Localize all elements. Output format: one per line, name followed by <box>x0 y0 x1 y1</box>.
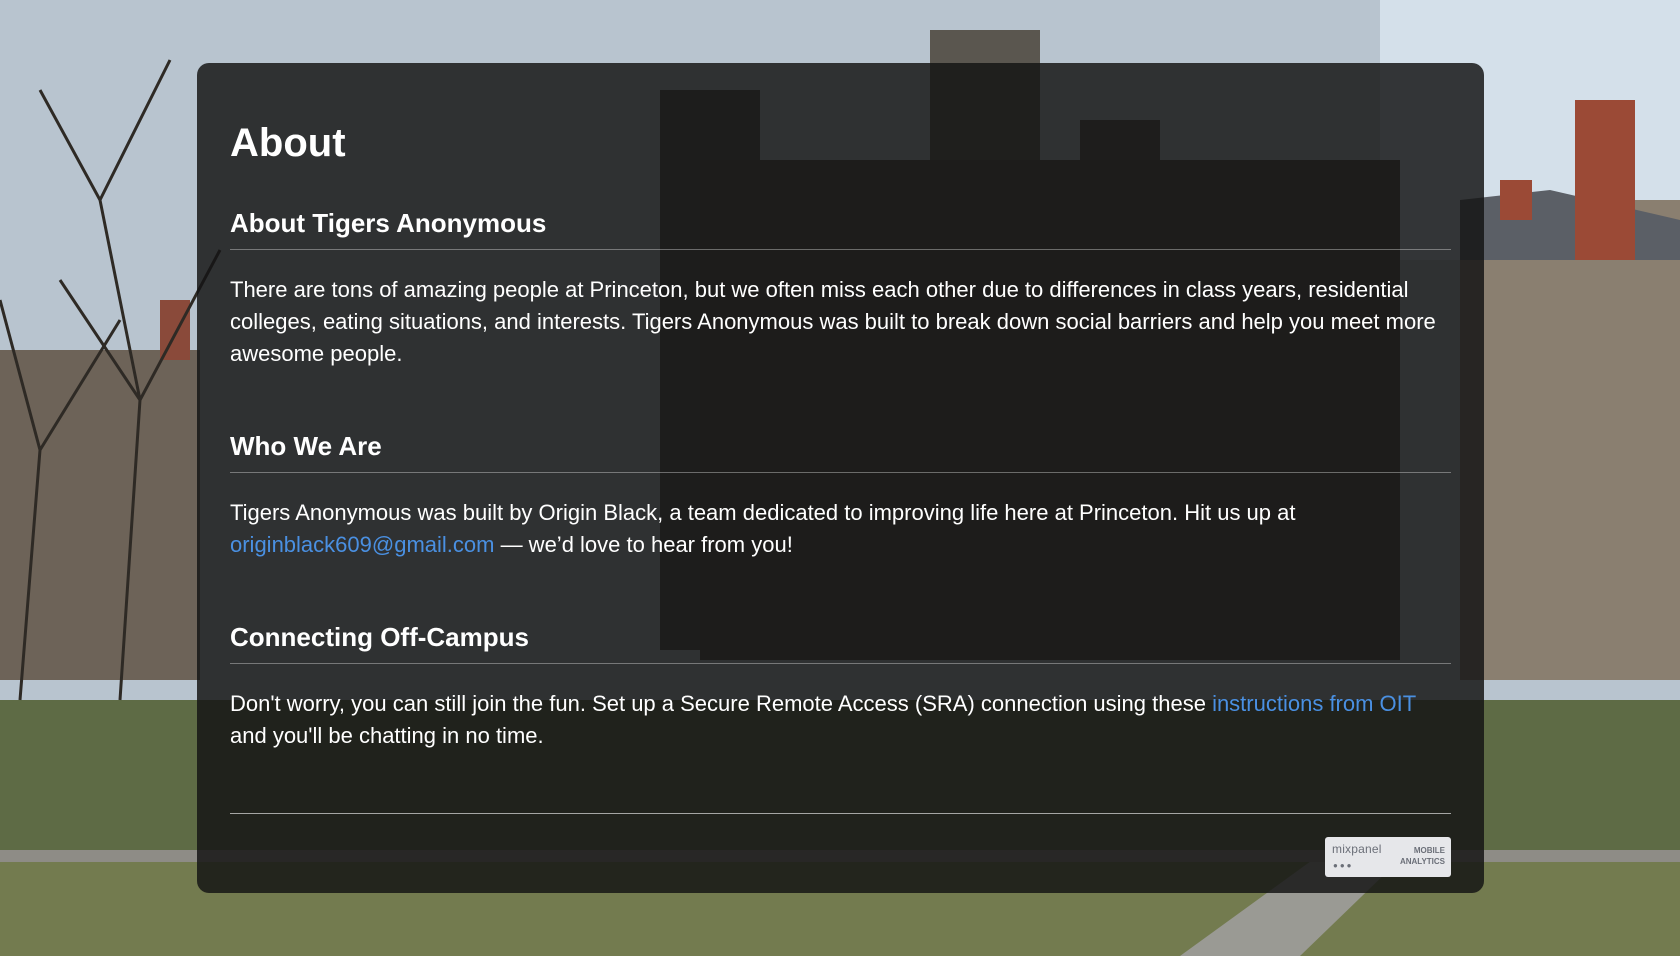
mixpanel-subtitle: MOBILE ANALYTICS <box>1399 846 1445 866</box>
who-we-are-text-after: — we’d love to hear from you! <box>494 532 793 557</box>
section-about-tigers-anonymous: About Tigers Anonymous There are tons of… <box>230 207 1451 370</box>
who-we-are-text-before: Tigers Anonymous was built by Origin Bla… <box>230 500 1296 525</box>
off-campus-text-after: and you'll be chatting in no time. <box>230 723 544 748</box>
mixpanel-dots-icon: ●●● <box>1333 861 1354 870</box>
section-body-who-we-are: Tigers Anonymous was built by Origin Bla… <box>230 497 1451 561</box>
oit-instructions-link[interactable]: instructions from OIT <box>1212 691 1416 716</box>
off-campus-text-before: Don't worry, you can still join the fun.… <box>230 691 1213 716</box>
section-heading-who-we-are: Who We Are <box>230 430 1451 473</box>
section-who-we-are: Who We Are Tigers Anonymous was built by… <box>230 430 1451 561</box>
mixpanel-logo-text: mixpanel <box>1332 842 1382 856</box>
section-heading-connecting-off-campus: Connecting Off-Campus <box>230 621 1451 664</box>
page-title: About <box>230 121 346 165</box>
footer-divider <box>230 813 1451 814</box>
section-body-about-tigers-anonymous: There are tons of amazing people at Prin… <box>230 277 1436 366</box>
section-heading-about-tigers-anonymous: About Tigers Anonymous <box>230 207 1451 250</box>
section-body-connecting-off-campus: Don't worry, you can still join the fun.… <box>230 688 1451 752</box>
contact-email-link[interactable]: originblack609@gmail.com <box>230 532 494 557</box>
mixpanel-badge[interactable]: mixpanel ●●● MOBILE ANALYTICS <box>1325 837 1451 877</box>
about-panel: About About Tigers Anonymous There are t… <box>197 63 1484 893</box>
section-connecting-off-campus: Connecting Off-Campus Don't worry, you c… <box>230 621 1451 752</box>
